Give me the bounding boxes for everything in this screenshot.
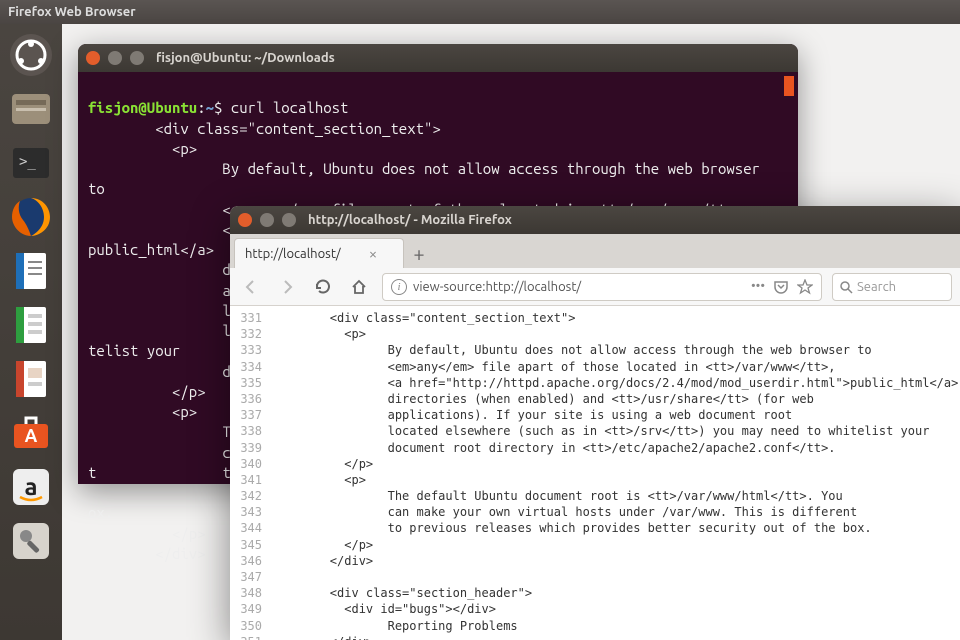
firefox-window[interactable]: http://localhost/ - Mozilla Firefox http… <box>230 206 960 640</box>
software-icon[interactable]: A <box>6 408 56 458</box>
svg-text:A: A <box>25 426 38 446</box>
search-bar[interactable]: Search <box>832 273 952 301</box>
tab-localhost[interactable]: http://localhost/ × <box>234 238 404 268</box>
minimize-icon[interactable] <box>108 51 122 65</box>
firefox-viewport[interactable]: 331 332 333 334 335 336 337 338 339 340 … <box>230 306 960 640</box>
menubar: Firefox Web Browser <box>0 0 960 24</box>
tab-label: http://localhost/ <box>245 247 341 261</box>
settings-icon[interactable] <box>6 516 56 566</box>
view-source-body[interactable]: <div class="content_section_text"> <p> B… <box>268 306 958 640</box>
firefox-icon[interactable] <box>6 192 56 242</box>
svg-text:a: a <box>24 473 37 500</box>
reload-button[interactable] <box>310 274 336 300</box>
bookmark-star-icon[interactable] <box>797 279 813 295</box>
close-icon[interactable] <box>86 51 100 65</box>
url-bar[interactable]: i view-source:http://localhost/ ••• <box>382 273 822 301</box>
urlbar-actions: ••• <box>751 279 813 295</box>
amazon-icon[interactable]: a <box>6 462 56 512</box>
files-icon[interactable] <box>6 84 56 134</box>
dash-icon[interactable] <box>6 30 56 80</box>
back-button[interactable] <box>238 274 264 300</box>
more-icon[interactable]: ••• <box>751 279 765 295</box>
firefox-title: http://localhost/ - Mozilla Firefox <box>308 213 512 227</box>
svg-text:>_: >_ <box>19 154 36 170</box>
firefox-toolbar: i view-source:http://localhost/ ••• Sear… <box>230 268 960 306</box>
firefox-titlebar[interactable]: http://localhost/ - Mozilla Firefox <box>230 206 960 234</box>
minimize-icon[interactable] <box>260 213 274 227</box>
terminal-cursor <box>784 76 794 96</box>
maximize-icon[interactable] <box>130 51 144 65</box>
tab-close-icon[interactable]: × <box>369 245 377 262</box>
line-number-gutter: 331 332 333 334 335 336 337 338 339 340 … <box>230 306 268 640</box>
close-icon[interactable] <box>238 213 252 227</box>
home-button[interactable] <box>346 274 372 300</box>
active-app-title: Firefox Web Browser <box>8 5 136 19</box>
forward-button[interactable] <box>274 274 300 300</box>
terminal-title: fisjon@Ubuntu: ~/Downloads <box>156 51 335 65</box>
site-info-icon[interactable]: i <box>391 279 407 295</box>
launcher-dock: >_ A a <box>0 24 62 640</box>
calc-icon[interactable] <box>6 300 56 350</box>
maximize-icon[interactable] <box>282 213 296 227</box>
terminal-titlebar[interactable]: fisjon@Ubuntu: ~/Downloads <box>78 44 798 72</box>
terminal-command: curl localhost <box>231 99 349 116</box>
tab-strip: http://localhost/ × + <box>230 234 960 268</box>
impress-icon[interactable] <box>6 354 56 404</box>
url-text: view-source:http://localhost/ <box>413 280 581 294</box>
pocket-icon[interactable] <box>773 279 789 295</box>
new-tab-button[interactable]: + <box>404 238 434 268</box>
writer-icon[interactable] <box>6 246 56 296</box>
search-placeholder: Search <box>857 280 896 294</box>
terminal-icon[interactable]: >_ <box>6 138 56 188</box>
search-icon <box>839 280 853 294</box>
